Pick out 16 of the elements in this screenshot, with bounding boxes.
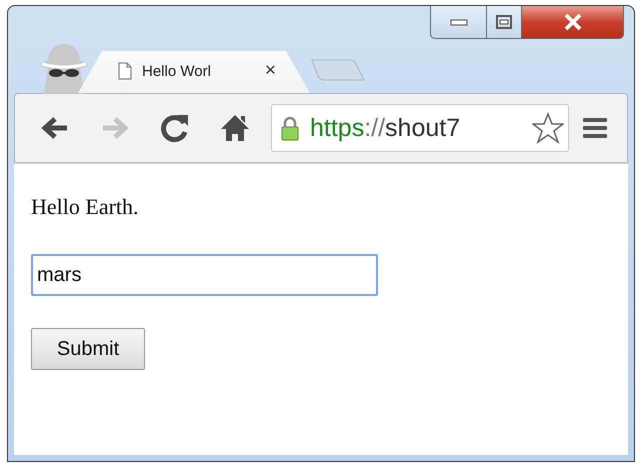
maximize-button[interactable] [487,6,522,39]
close-button[interactable] [522,6,624,39]
text-input[interactable]: mars [31,254,378,296]
document-icon [118,62,132,80]
menu-icon[interactable] [581,115,609,141]
greeting-text: Hello Earth. [31,194,139,220]
tab-title: Hello Worl [142,62,211,80]
maximize-icon [495,14,513,30]
minimize-icon [448,17,468,27]
address-field[interactable]: https://shout7 [271,104,569,152]
minimize-button[interactable] [430,6,487,39]
close-tab-button[interactable]: × [264,60,276,82]
star-icon[interactable] [532,112,564,144]
browser-tab[interactable]: Hello Worl × [78,49,310,93]
submit-button[interactable]: Submit [31,328,145,370]
close-icon [562,13,584,31]
